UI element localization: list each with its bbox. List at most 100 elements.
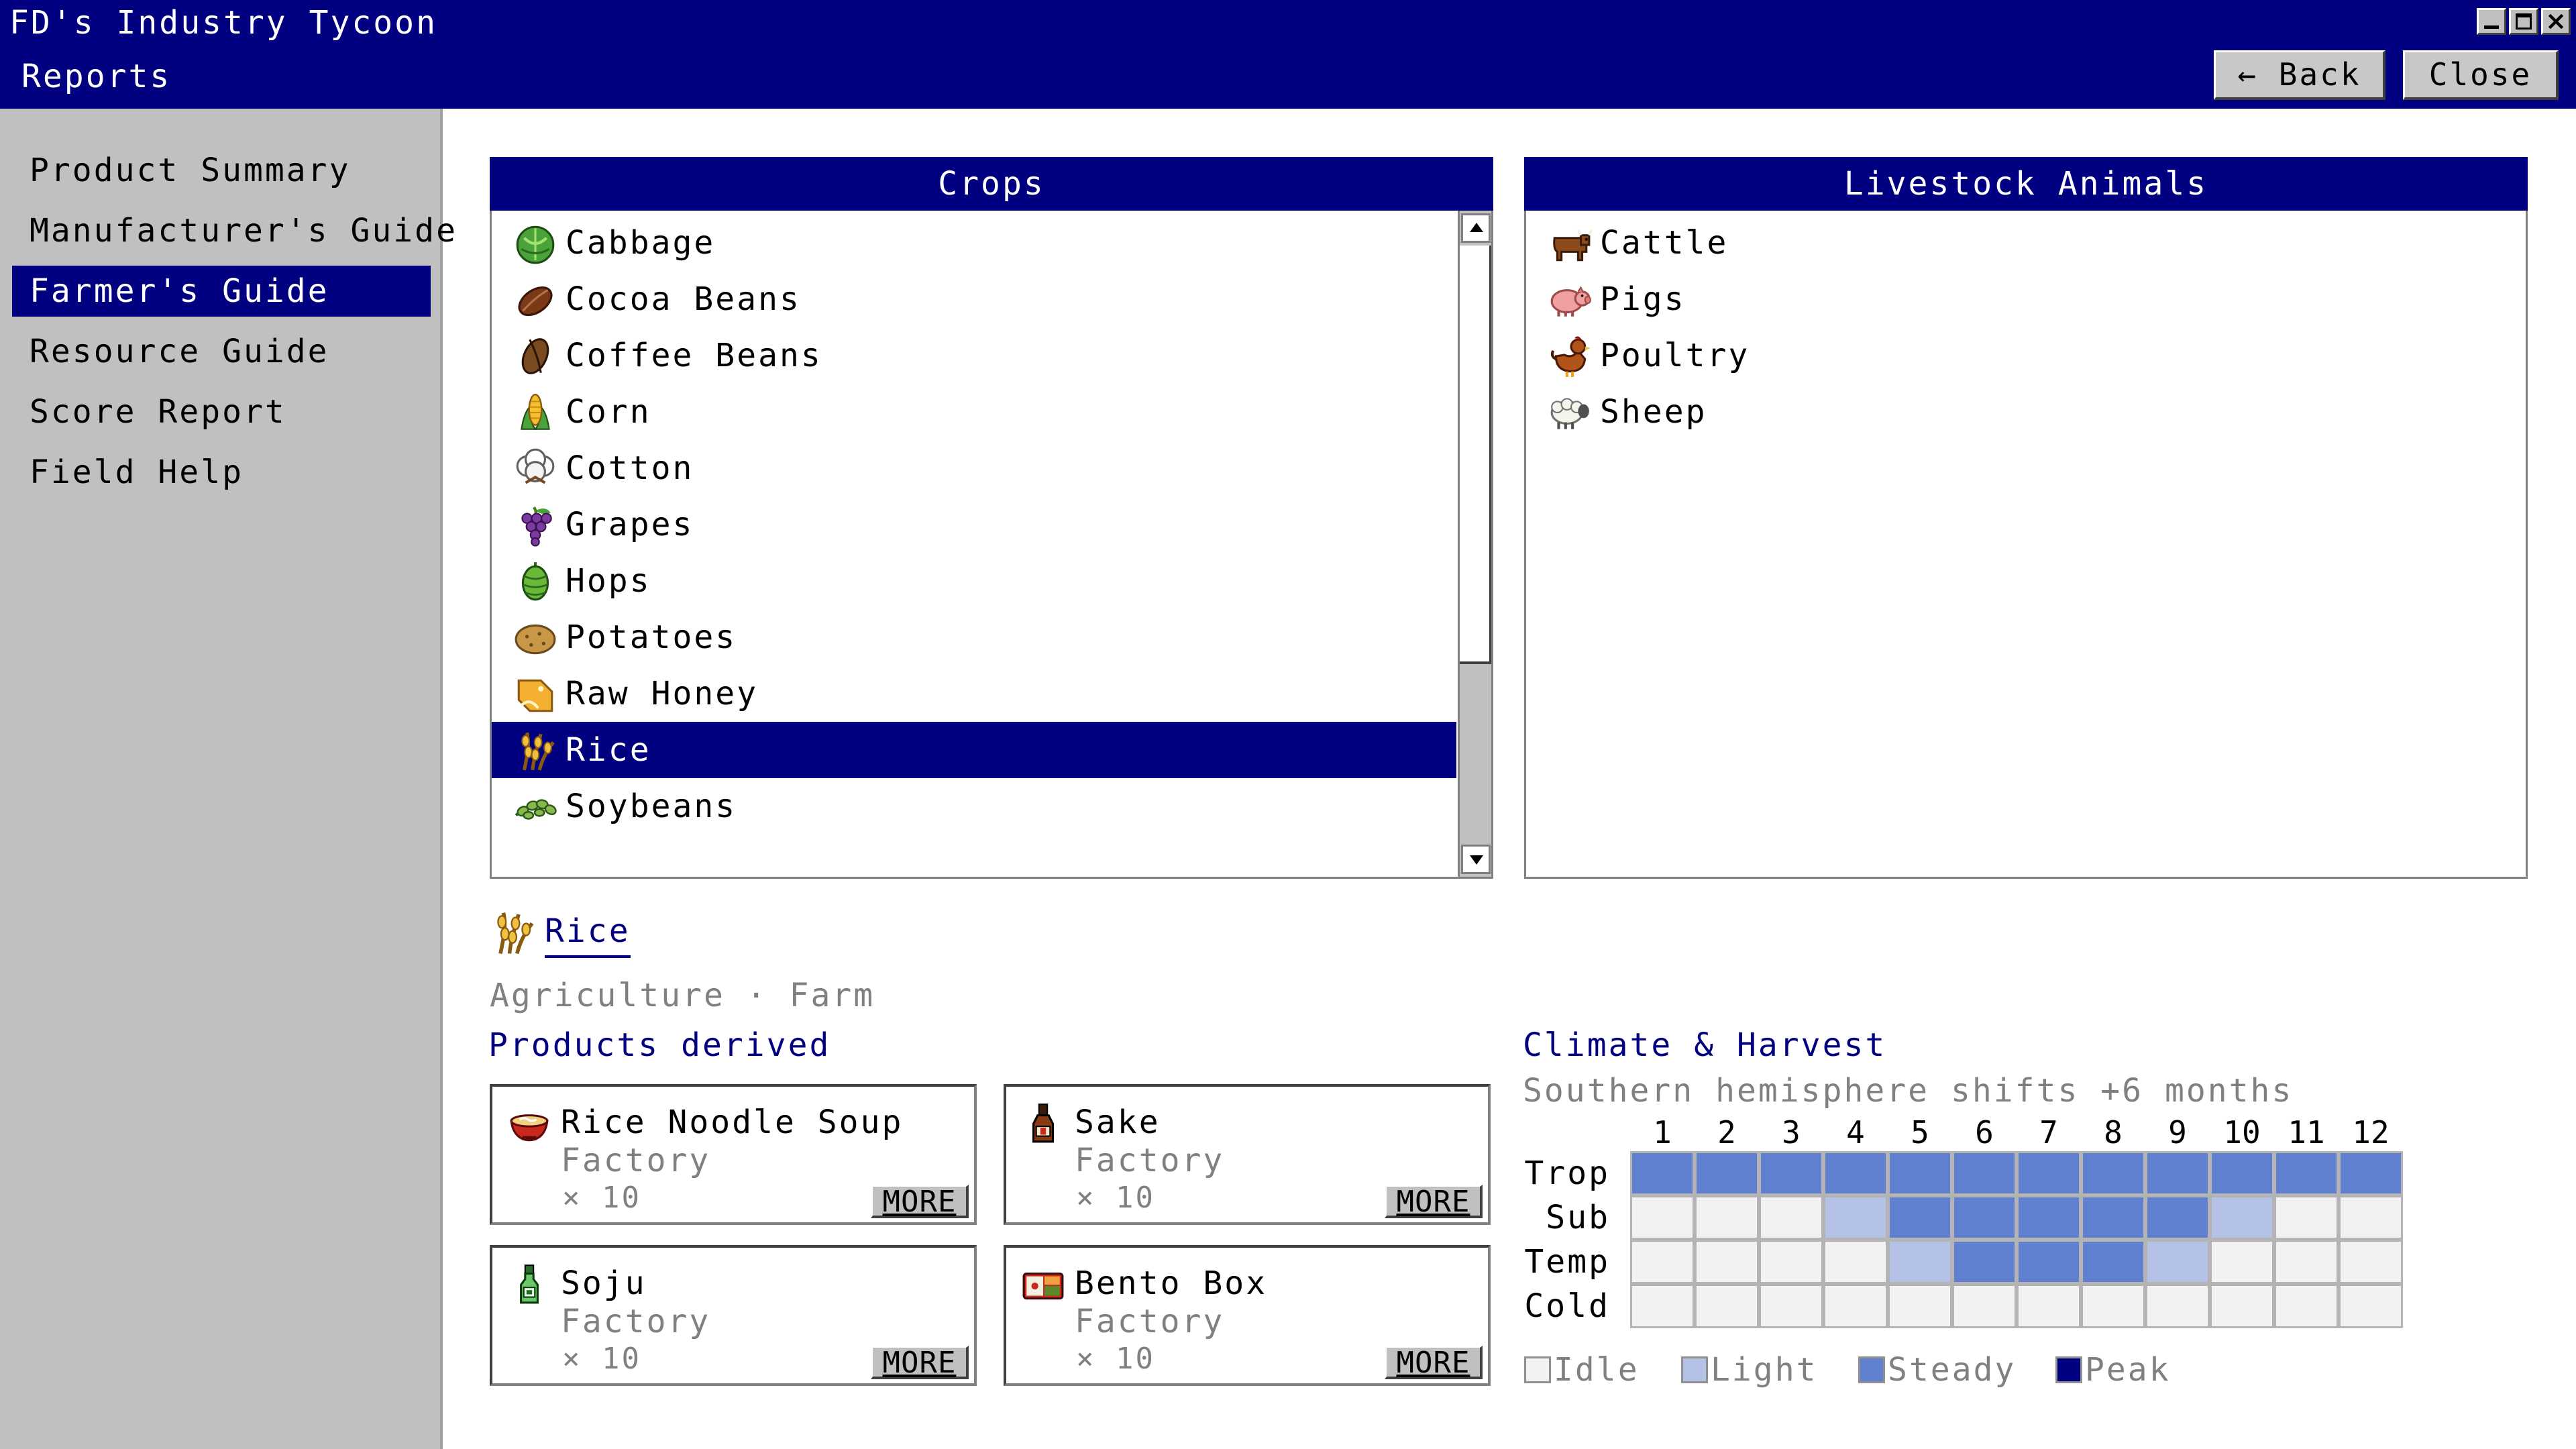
soju-bottle-icon [520, 1265, 539, 1304]
climate-cell [1823, 1284, 1888, 1328]
month-label: 11 [2288, 1114, 2325, 1150]
scroll-up-button[interactable] [1461, 213, 1491, 243]
close-icon: × [2545, 6, 2567, 36]
more-button[interactable]: MORE [871, 1185, 969, 1218]
list-item[interactable]: Poultry [1526, 327, 2522, 384]
list-item-label: Pigs [1600, 280, 1686, 318]
product-card: Bento Box Factory × 10 MORE [1004, 1245, 1491, 1386]
rice-icon [512, 722, 560, 778]
month-label: 3 [1782, 1114, 1801, 1150]
list-item-label: Cotton [566, 449, 694, 487]
climate-cell [2274, 1195, 2339, 1240]
raw-honey-icon [512, 665, 560, 722]
list-item[interactable]: Hops [492, 553, 1456, 609]
sidebar-item-manufacturers-guide[interactable]: Manufacturer's Guide [12, 205, 455, 256]
back-button[interactable]: ← Back [2214, 50, 2385, 100]
sidebar-item-score-report[interactable]: Score Report [12, 386, 431, 437]
soybeans-icon [512, 778, 560, 835]
grapes-icon [512, 496, 560, 553]
scroll-down-button[interactable] [1461, 845, 1491, 874]
more-button[interactable]: MORE [1385, 1185, 1483, 1218]
hops-icon [512, 553, 560, 609]
list-item[interactable]: Raw Honey [492, 665, 1456, 722]
zone-label: Sub [1546, 1199, 1610, 1236]
list-item[interactable]: Coffee Beans [492, 327, 1456, 384]
list-item[interactable]: Pigs [1526, 271, 2522, 327]
list-item[interactable]: Rice [492, 722, 1456, 778]
product-quantity: × 10 [562, 1181, 641, 1215]
list-item-label: Sheep [1600, 393, 1707, 431]
poultry-icon [1546, 327, 1595, 384]
list-item[interactable]: Cattle [1526, 215, 2522, 271]
cocoa-beans-icon [512, 271, 560, 327]
climate-cell [1630, 1240, 1695, 1284]
cabbage-icon [512, 215, 560, 271]
sidebar-item-resource-guide[interactable]: Resource Guide [12, 326, 431, 377]
product-quantity: × 10 [1076, 1181, 1155, 1215]
list-item[interactable]: Cotton [492, 440, 1456, 496]
climate-cell [1695, 1240, 1759, 1284]
cotton-icon [512, 440, 560, 496]
climate-cell [1695, 1195, 1759, 1240]
climate-cell [2274, 1151, 2339, 1195]
climate-cell [1888, 1195, 1952, 1240]
minimize-icon [2484, 25, 2499, 29]
climate-cell [1823, 1151, 1888, 1195]
climate-cell [2145, 1240, 2210, 1284]
legend-label: Idle [1554, 1351, 1640, 1389]
more-button[interactable]: MORE [871, 1346, 969, 1379]
climate-cell [2339, 1240, 2403, 1284]
selected-item-category: Agriculture · Farm [490, 977, 875, 1014]
selected-item-link[interactable]: Rice [545, 907, 631, 958]
window-controls: × [2477, 6, 2571, 36]
legend-item: Peak [2055, 1351, 2171, 1389]
list-item-label: Hops [566, 562, 651, 600]
list-item[interactable]: Soybeans [492, 778, 1456, 835]
climate-cell [1888, 1240, 1952, 1284]
potatoes-icon [512, 609, 560, 665]
product-card: Soju Factory × 10 MORE [490, 1245, 977, 1386]
sidebar-item-product-summary[interactable]: Product Summary [12, 145, 431, 196]
minimize-button[interactable] [2477, 8, 2506, 35]
more-button[interactable]: MORE [1385, 1346, 1483, 1379]
sidebar-item-field-help[interactable]: Field Help [12, 447, 431, 498]
legend-label: Peak [2085, 1351, 2171, 1389]
list-item[interactable]: Grapes [492, 496, 1456, 553]
month-label: 1 [1653, 1114, 1672, 1150]
climate-cell [1759, 1151, 1823, 1195]
climate-cell [2145, 1151, 2210, 1195]
climate-cell [1823, 1240, 1888, 1284]
scroll-thumb[interactable] [1460, 246, 1491, 664]
product-name: Rice Noodle Soup [561, 1104, 904, 1141]
climate-cell [1952, 1195, 2017, 1240]
product-type: Factory [561, 1303, 711, 1340]
list-item[interactable]: Sheep [1526, 384, 2522, 440]
climate-cell [1759, 1195, 1823, 1240]
sidebar-item-farmers-guide[interactable]: Farmer's Guide [12, 266, 431, 317]
list-item[interactable]: Cabbage [492, 215, 1456, 271]
list-item[interactable]: Potatoes [492, 609, 1456, 665]
maximize-button[interactable] [2509, 8, 2538, 35]
corn-icon [512, 384, 560, 440]
sidebar: Product Summary Manufacturer's Guide Far… [0, 109, 455, 1449]
climate-cell [1888, 1151, 1952, 1195]
list-item-label: Poultry [1600, 337, 1750, 374]
list-item[interactable]: Corn [492, 384, 1456, 440]
climate-cell [2339, 1284, 2403, 1328]
arrow-up-icon [1470, 223, 1483, 232]
climate-cell [1888, 1284, 1952, 1328]
livestock-list-box: Cattle Pigs Poultry Sheep [1524, 211, 2528, 879]
climate-cell [1630, 1195, 1695, 1240]
pig-icon [1546, 271, 1595, 327]
list-item-label: Corn [566, 393, 651, 431]
list-item[interactable]: Cocoa Beans [492, 271, 1456, 327]
climate-harvest-title: Climate & Harvest [1523, 1026, 1887, 1064]
climate-cell [2017, 1284, 2081, 1328]
crops-scrollbar[interactable] [1458, 211, 1491, 877]
month-label: 6 [1975, 1114, 1994, 1150]
close-window-button[interactable]: × [2541, 6, 2571, 36]
livestock-header: Livestock Animals [1524, 157, 2528, 211]
climate-cell [2274, 1240, 2339, 1284]
close-button[interactable]: Close [2403, 50, 2559, 100]
product-name: Soju [561, 1265, 647, 1302]
